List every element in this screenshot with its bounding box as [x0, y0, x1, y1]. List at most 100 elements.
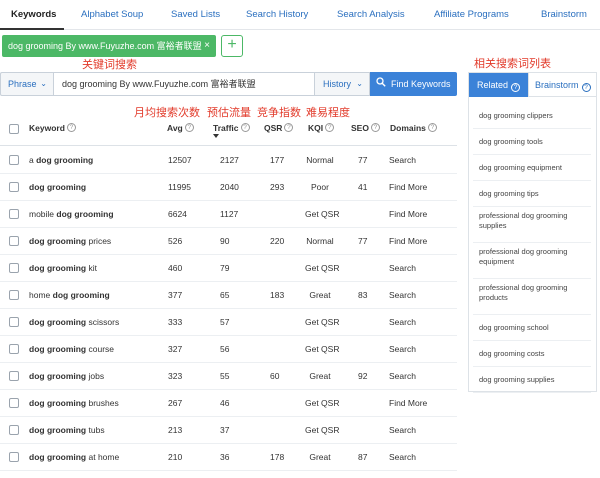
related-keyword-item[interactable]: dog grooming tools: [473, 129, 591, 155]
find-more-link[interactable]: Find More: [389, 182, 427, 192]
get-qsr-link[interactable]: Get QSR: [305, 398, 339, 408]
header-seo[interactable]: SEO?: [351, 123, 380, 133]
question-circle-icon[interactable]: ?: [581, 83, 591, 92]
table-row[interactable]: dog grooming scissors 333 57 Get QSR Search: [0, 309, 457, 336]
avg-cell: 6624: [168, 209, 187, 219]
add-tab-button[interactable]: +: [221, 35, 243, 57]
row-checkbox[interactable]: [9, 155, 19, 165]
question-circle-icon[interactable]: ?: [240, 123, 250, 132]
question-circle-icon[interactable]: ?: [66, 123, 76, 132]
question-circle-icon[interactable]: ?: [370, 123, 380, 132]
nav-saved-lists[interactable]: Saved Lists: [171, 0, 220, 30]
related-keyword-item[interactable]: professional dog grooming products: [473, 279, 591, 315]
find-more-link[interactable]: Find More: [389, 236, 427, 246]
row-checkbox[interactable]: [9, 371, 19, 381]
question-circle-icon[interactable]: ?: [325, 123, 335, 132]
match-type-select[interactable]: Phrase ⌄: [0, 72, 53, 96]
history-label: History: [323, 79, 352, 89]
nav-affiliate-programs[interactable]: Affiliate Programs: [434, 0, 509, 30]
search-domains-link[interactable]: Search: [389, 317, 416, 327]
table-row[interactable]: mobile dog grooming 6624 1127 Get QSR Find M…: [0, 201, 457, 228]
header-avg[interactable]: Avg?: [167, 123, 194, 133]
search-domains-link[interactable]: Search: [389, 425, 416, 435]
find-more-link[interactable]: Find More: [389, 209, 427, 219]
keyword-cell[interactable]: dog grooming tubs: [29, 425, 105, 435]
keyword-cell[interactable]: dog grooming at home: [29, 452, 119, 462]
row-checkbox[interactable]: [9, 182, 19, 192]
get-qsr-link[interactable]: Get QSR: [305, 209, 339, 219]
related-keyword-item[interactable]: dog grooming school: [473, 315, 591, 341]
find-more-link[interactable]: Find More: [389, 398, 427, 408]
question-circle-icon[interactable]: ?: [511, 83, 521, 92]
question-circle-icon[interactable]: ?: [427, 123, 437, 132]
get-qsr-link[interactable]: Get QSR: [305, 317, 339, 327]
select-all-checkbox[interactable]: [9, 124, 19, 134]
related-keyword-item[interactable]: dog grooming equipment: [473, 155, 591, 181]
related-keyword-item[interactable]: dog grooming clippers: [473, 103, 591, 129]
header-traffic[interactable]: Traffic?: [213, 123, 250, 133]
question-circle-icon[interactable]: ?: [184, 123, 194, 132]
related-keyword-item[interactable]: professional dog grooming equipment: [473, 243, 591, 279]
keyword-cell[interactable]: dog grooming course: [29, 344, 114, 354]
row-checkbox[interactable]: [9, 263, 19, 273]
keyword-cell[interactable]: dog grooming kit: [29, 263, 97, 273]
header-kqi[interactable]: KQI?: [308, 123, 335, 133]
history-dropdown[interactable]: History ⌄: [315, 72, 370, 96]
nav-brainstorm[interactable]: Brainstorm: [541, 0, 587, 30]
row-checkbox[interactable]: [9, 344, 19, 354]
search-domains-link[interactable]: Search: [389, 263, 416, 273]
keyword-cell[interactable]: a dog grooming: [29, 155, 93, 165]
row-checkbox[interactable]: [9, 290, 19, 300]
nav-search-history[interactable]: Search History: [246, 0, 308, 30]
keyword-cell[interactable]: dog grooming: [29, 182, 86, 192]
table-row[interactable]: dog grooming 11995 2040 293 Poor 41 Find More: [0, 174, 457, 201]
row-checkbox[interactable]: [9, 236, 19, 246]
keyword-cell[interactable]: home dog grooming: [29, 290, 110, 300]
nav-alphabet-soup[interactable]: Alphabet Soup: [81, 0, 143, 30]
row-checkbox[interactable]: [9, 317, 19, 327]
find-keywords-button[interactable]: Find Keywords: [370, 72, 457, 96]
keyword-cell[interactable]: dog grooming scissors: [29, 317, 119, 327]
table-row[interactable]: dog grooming jobs 323 55 60 Great 92 Search: [0, 363, 457, 390]
nav-search-analysis[interactable]: Search Analysis: [337, 0, 405, 30]
keyword-cell[interactable]: dog grooming prices: [29, 236, 111, 246]
related-keyword-item[interactable]: dog grooming costs: [473, 341, 591, 367]
nav-keywords[interactable]: Keywords: [11, 0, 56, 30]
get-qsr-link[interactable]: Get QSR: [305, 425, 339, 435]
question-circle-icon[interactable]: ?: [284, 123, 294, 132]
tab-brainstorm[interactable]: Brainstorm?: [528, 73, 596, 97]
table-row[interactable]: dog grooming prices 526 90 220 Normal 77 Find …: [0, 228, 457, 255]
table-row[interactable]: dog grooming course 327 56 Get QSR Search: [0, 336, 457, 363]
get-qsr-link[interactable]: Get QSR: [305, 344, 339, 354]
table-row[interactable]: dog grooming brushes 267 46 Get QSR Find Mor…: [0, 390, 457, 417]
header-keyword[interactable]: Keyword?: [29, 123, 76, 133]
tab-related[interactable]: Related?: [469, 73, 528, 97]
search-tab-chip[interactable]: dog grooming By www.Fuyuzhe.com 富裕者联盟 ×: [2, 35, 216, 57]
table-row[interactable]: a dog grooming 12507 2127 177 Normal 77 Search: [0, 147, 457, 174]
header-domains[interactable]: Domains?: [390, 123, 437, 133]
table-row[interactable]: dog grooming kit 460 79 Get QSR Search: [0, 255, 457, 282]
row-checkbox[interactable]: [9, 398, 19, 408]
table-row[interactable]: home dog grooming 377 65 183 Great 83 Search: [0, 282, 457, 309]
header-qsr[interactable]: QSR?: [264, 123, 294, 133]
row-checkbox[interactable]: [9, 452, 19, 462]
keyword-cell[interactable]: dog grooming jobs: [29, 371, 104, 381]
get-qsr-link[interactable]: Get QSR: [305, 263, 339, 273]
search-domains-link[interactable]: Search: [389, 290, 416, 300]
table-row[interactable]: dog grooming at home 210 36 178 Great 87 Searc…: [0, 444, 457, 471]
keyword-cell[interactable]: mobile dog grooming: [29, 209, 114, 219]
table-row[interactable]: dog grooming tubs 213 37 Get QSR Search: [0, 417, 457, 444]
related-keyword-item[interactable]: professional dog grooming supplies: [473, 207, 591, 243]
search-domains-link[interactable]: Search: [389, 371, 416, 381]
search-domains-link[interactable]: Search: [389, 155, 416, 165]
close-icon[interactable]: ×: [204, 35, 210, 57]
row-checkbox[interactable]: [9, 425, 19, 435]
traffic-cell: 46: [220, 398, 230, 408]
search-domains-link[interactable]: Search: [389, 344, 416, 354]
row-checkbox[interactable]: [9, 209, 19, 219]
related-keyword-item[interactable]: dog grooming tips: [473, 181, 591, 207]
search-domains-link[interactable]: Search: [389, 452, 416, 462]
keyword-input[interactable]: dog grooming By www.Fuyuzhe.com 富裕者联盟: [53, 72, 315, 96]
related-keyword-item[interactable]: dog grooming supplies: [473, 367, 591, 393]
keyword-cell[interactable]: dog grooming brushes: [29, 398, 119, 408]
